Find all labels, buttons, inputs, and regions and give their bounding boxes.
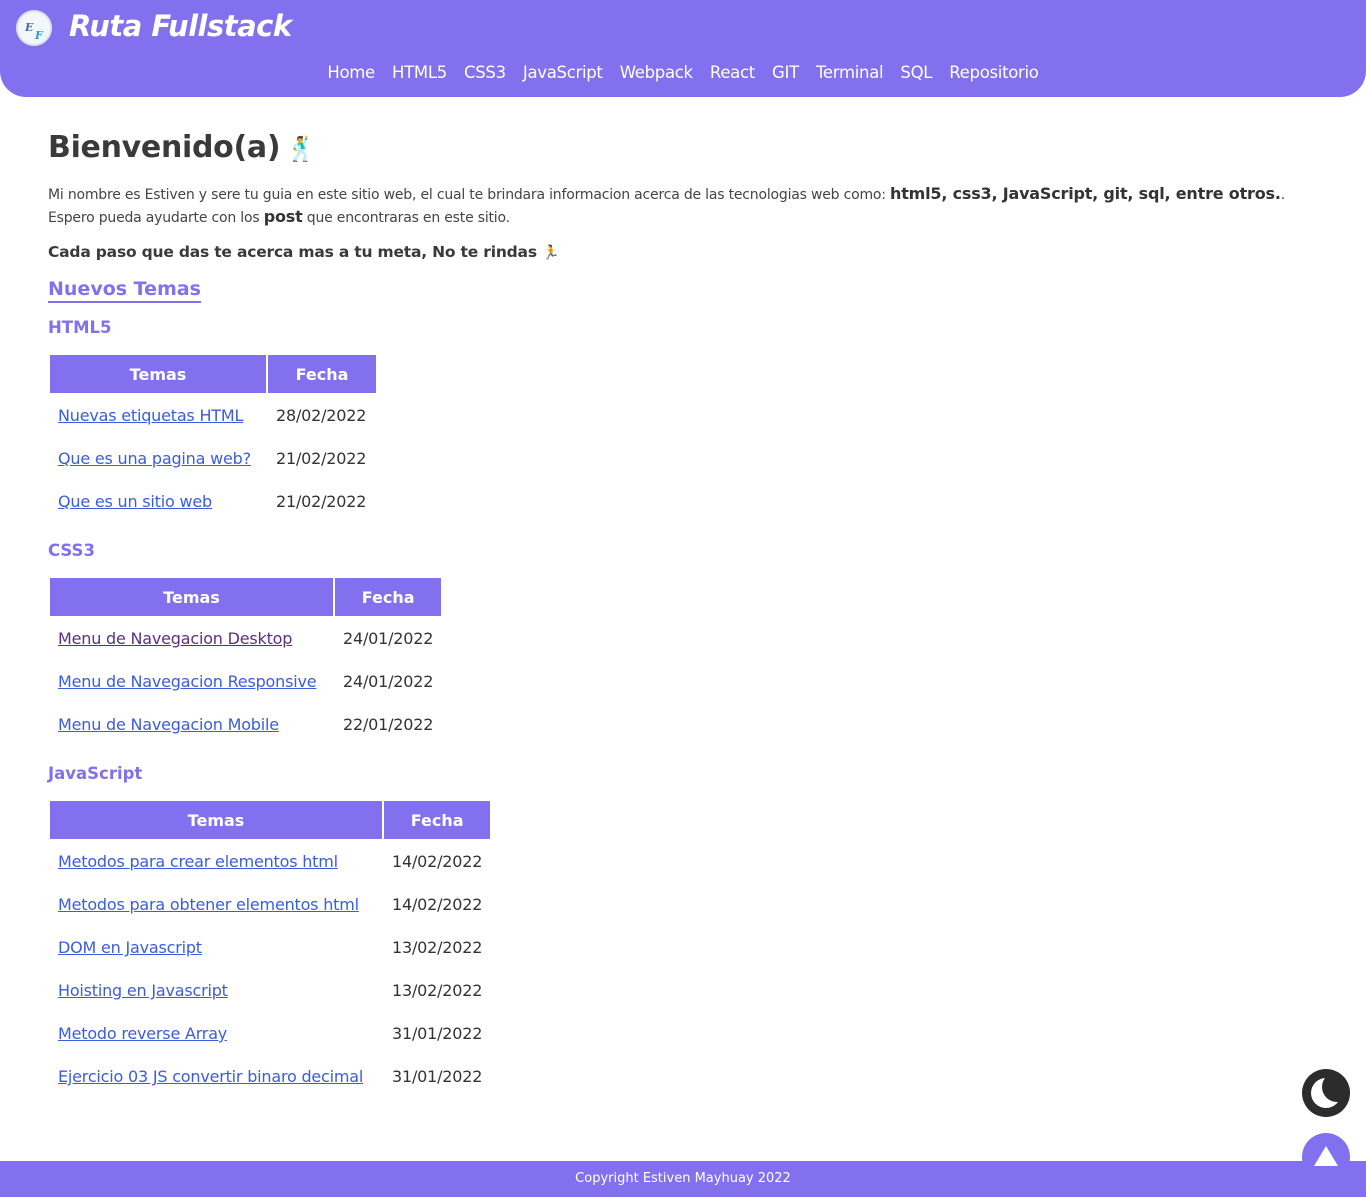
date-cell: 13/02/2022: [392, 981, 483, 1000]
column-header-topics: Temas: [50, 355, 266, 393]
table-html5: Temas Fecha Nuevas etiquetas HTML 28/02/…: [48, 353, 378, 524]
nav-css3[interactable]: CSS3: [464, 63, 506, 82]
section-title-css3: CSS3: [48, 541, 95, 560]
topic-cell: Hoisting en Javascript: [50, 970, 382, 1011]
topic-link[interactable]: Que es un sitio web: [58, 492, 212, 511]
intro-paragraph: Mi nombre es Estiven y sere tu guia en e…: [48, 183, 1328, 229]
topic-cell: Metodos para obtener elementos html: [50, 884, 382, 925]
table-row: Ejercicio 03 JS convertir binaro decimal…: [50, 1056, 490, 1097]
column-header-date: Fecha: [335, 578, 442, 616]
date-cell: 13/02/2022: [392, 938, 483, 957]
topic-cell: Que es un sitio web: [50, 481, 266, 522]
table-row: DOM en Javascript 13/02/2022: [50, 927, 490, 968]
topic-link[interactable]: Metodo reverse Array: [58, 1024, 227, 1043]
table-row: Metodos para obtener elementos html 14/0…: [50, 884, 490, 925]
topic-link[interactable]: Hoisting en Javascript: [58, 981, 228, 1000]
topic-cell: Nuevas etiquetas HTML: [50, 395, 266, 436]
topic-link[interactable]: Menu de Navegacion Responsive: [58, 672, 317, 691]
topic-cell: Metodo reverse Array: [50, 1013, 382, 1054]
topic-link[interactable]: Nuevas etiquetas HTML: [58, 406, 243, 425]
nav-terminal[interactable]: Terminal: [816, 63, 884, 82]
intro-post: post: [263, 207, 303, 226]
date-cell: 22/01/2022: [343, 715, 434, 734]
arrow-up-icon: [1314, 1146, 1338, 1166]
column-header-date: Fecha: [384, 801, 491, 839]
table-row: Hoisting en Javascript 13/02/2022: [50, 970, 490, 1011]
nav-git[interactable]: GIT: [772, 63, 799, 82]
table-row: Menu de Navegacion Responsive 24/01/2022: [50, 661, 441, 702]
main-content: Bienvenido(a) 🕺 Mi nombre es Estiven y se…: [48, 130, 1328, 1099]
dark-mode-toggle-button[interactable]: [1302, 1069, 1350, 1117]
nav-webpack[interactable]: Webpack: [620, 63, 693, 82]
section-title-javascript: JavaScript: [48, 764, 143, 783]
topic-link[interactable]: DOM en Javascript: [58, 938, 202, 957]
topic-cell: DOM en Javascript: [50, 927, 382, 968]
date-cell: 31/01/2022: [392, 1067, 483, 1086]
topic-link[interactable]: Metodos para obtener elementos html: [58, 895, 359, 914]
column-header-topics: Temas: [50, 801, 382, 839]
table-header-row: Temas Fecha: [50, 578, 442, 616]
nav-home[interactable]: Home: [327, 63, 375, 82]
logo-letter-e: E: [25, 21, 34, 34]
motto-text: Cada paso que das te acerca mas a tu met…: [48, 243, 537, 261]
new-topics-heading[interactable]: Nuevos Temas: [48, 277, 201, 303]
table-row: Metodo reverse Array 31/01/2022: [50, 1013, 490, 1054]
date-cell: 21/02/2022: [276, 449, 367, 468]
nav-react[interactable]: React: [710, 63, 755, 82]
table-row: Que es un sitio web 21/02/2022: [50, 481, 376, 522]
topic-cell: Que es una pagina web?: [50, 438, 266, 479]
date-cell: 14/02/2022: [392, 895, 483, 914]
motto: Cada paso que das te acerca mas a tu met…: [48, 243, 1328, 261]
date-cell: 31/01/2022: [392, 1024, 483, 1043]
intro-technologies: html5, css3, JavaScript, git, sql, entre…: [890, 184, 1281, 203]
table-row: Metodos para crear elementos html 14/02/…: [50, 841, 490, 882]
date-cell: 24/01/2022: [343, 629, 434, 648]
site-footer: Copyright Estiven Mayhuay 2022: [0, 1161, 1366, 1197]
topic-cell: Menu de Navegacion Desktop: [50, 618, 333, 659]
scroll-to-top-button[interactable]: [1302, 1133, 1350, 1181]
intro-text-3: que encontraras en este sitio.: [302, 210, 510, 226]
date-cell: 24/01/2022: [343, 672, 434, 691]
logo-letter-f: F: [35, 29, 43, 42]
main-nav: Home HTML5 CSS3 JavaScript Webpack React…: [0, 63, 1366, 82]
topic-link[interactable]: Ejercicio 03 JS convertir binaro decimal: [58, 1067, 363, 1086]
column-header-date: Fecha: [268, 355, 376, 393]
table-css3: Temas Fecha Menu de Navegacion Desktop 2…: [48, 576, 443, 747]
topic-cell: Ejercicio 03 JS convertir binaro decimal: [50, 1056, 382, 1097]
page-title: Bienvenido(a) 🕺: [48, 130, 1328, 170]
nav-javascript[interactable]: JavaScript: [523, 63, 603, 82]
topic-link[interactable]: Metodos para crear elementos html: [58, 852, 338, 871]
table-header-row: Temas Fecha: [50, 355, 376, 393]
topic-cell: Menu de Navegacion Mobile: [50, 704, 333, 745]
site-title[interactable]: Ruta Fullstack: [69, 9, 292, 43]
table-javascript: Temas Fecha Metodos para crear elementos…: [48, 799, 492, 1099]
table-row: Menu de Navegacion Mobile 22/01/2022: [50, 704, 441, 745]
nav-sql[interactable]: SQL: [900, 63, 932, 82]
copyright-text: Copyright Estiven Mayhuay 2022: [575, 1171, 791, 1186]
topic-link[interactable]: Que es una pagina web?: [58, 449, 251, 468]
date-cell: 14/02/2022: [392, 852, 483, 871]
section-title-html5: HTML5: [48, 318, 112, 337]
logo[interactable]: E F: [16, 10, 52, 46]
dancer-icon: 🕺: [286, 135, 316, 163]
topic-cell: Metodos para crear elementos html: [50, 841, 382, 882]
page-title-text: Bienvenido(a): [48, 130, 281, 165]
table-row: Nuevas etiquetas HTML 28/02/2022: [50, 395, 376, 436]
intro-text-1: Mi nombre es Estiven y sere tu guia en e…: [48, 187, 891, 203]
runner-icon: 🏃: [542, 245, 560, 261]
site-header: E F Ruta Fullstack Home HTML5 CSS3 JavaS…: [0, 0, 1366, 97]
topic-link[interactable]: Menu de Navegacion Desktop: [58, 629, 292, 648]
table-header-row: Temas Fecha: [50, 801, 491, 839]
nav-repositorio[interactable]: Repositorio: [949, 63, 1039, 82]
topic-link[interactable]: Menu de Navegacion Mobile: [58, 715, 279, 734]
nav-html5[interactable]: HTML5: [392, 63, 447, 82]
table-row: Que es una pagina web? 21/02/2022: [50, 438, 376, 479]
column-header-topics: Temas: [50, 578, 333, 616]
table-row: Menu de Navegacion Desktop 24/01/2022: [50, 618, 441, 659]
date-cell: 21/02/2022: [276, 492, 367, 511]
date-cell: 28/02/2022: [276, 406, 367, 425]
moon-icon-shadow: [1322, 1072, 1350, 1102]
topic-cell: Menu de Navegacion Responsive: [50, 661, 333, 702]
